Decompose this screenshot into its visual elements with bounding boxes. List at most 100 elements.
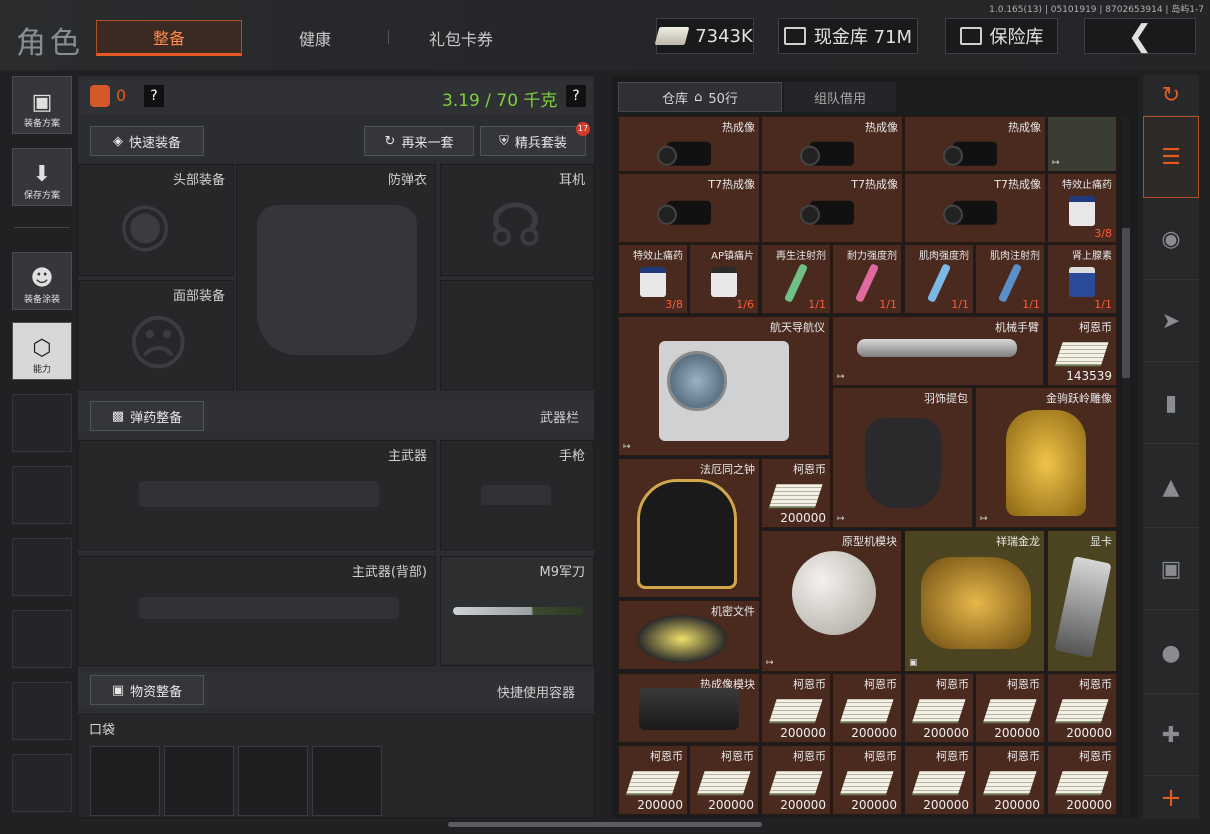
- ammo-equip-button[interactable]: ▩ 弹药整备: [90, 401, 204, 431]
- magazine-icon[interactable]: ▮: [1143, 364, 1199, 444]
- inventory-item[interactable]: 机械手臂 ↦: [832, 316, 1044, 386]
- head-slot[interactable]: 头部装备 ◉: [78, 164, 234, 276]
- inventory-item[interactable]: 机密文件: [618, 600, 760, 670]
- inventory-item[interactable]: 柯恩币 143539: [1047, 316, 1117, 386]
- safe-button[interactable]: 保险库: [945, 18, 1058, 54]
- headset-silhouette-icon: ☊: [489, 191, 543, 261]
- help-icon[interactable]: ?: [144, 85, 164, 107]
- inventory-item[interactable]: 柯恩币 200000: [761, 745, 831, 815]
- inventory-item[interactable]: T7热成像: [761, 173, 903, 243]
- rifle-icon[interactable]: ➤: [1143, 282, 1199, 362]
- bullet-icon[interactable]: ▲: [1143, 448, 1199, 528]
- primary-weapon-slot[interactable]: 主武器: [78, 440, 436, 550]
- item-name: 肾上腺素: [1072, 251, 1112, 262]
- ability-label: 能力: [32, 365, 51, 375]
- inventory-item[interactable]: 柯恩币 200000: [618, 745, 688, 815]
- currency-display: 7343K: [654, 18, 754, 54]
- body-armor-label: 防弹衣: [387, 173, 427, 188]
- inventory-item[interactable]: 柯恩币 200000: [761, 673, 831, 743]
- pocket-slot[interactable]: [164, 746, 234, 816]
- stack-refresh-icon[interactable]: ↻: [1143, 76, 1199, 116]
- ear-slot[interactable]: 耳机 ☊: [440, 164, 594, 276]
- pocket-slot[interactable]: [312, 746, 382, 816]
- inventory-item[interactable]: 柯恩币 200000: [761, 458, 831, 528]
- back-button[interactable]: ❮: [1084, 18, 1196, 54]
- elite-set-label: 精兵套装: [514, 135, 567, 151]
- backpack-icon: ▣: [111, 682, 125, 698]
- cash-vault-button[interactable]: 现金库 71M: [778, 18, 918, 54]
- body-armor-slot[interactable]: 防弹衣: [236, 164, 436, 390]
- grenade-icon[interactable]: ●: [1143, 614, 1199, 694]
- save-plan-button[interactable]: ⬇ 保存方案: [12, 148, 72, 206]
- supply-equip-label: 物资整备: [130, 684, 183, 700]
- inventory-item[interactable]: 热成像: [761, 116, 903, 172]
- inventory-item[interactable]: 特效止痛药 3/8: [618, 244, 688, 314]
- pocket-slot[interactable]: [90, 746, 160, 816]
- inventory-item[interactable]: 耐力强度剂 1/1: [832, 244, 902, 314]
- cash-vault-label: 现金库 71M: [813, 27, 913, 48]
- exit-icon: ↦: [980, 514, 988, 524]
- tab-team-borrow[interactable]: 组队借用: [784, 82, 896, 112]
- supply-equip-button[interactable]: ▣ 物资整备: [90, 675, 204, 705]
- ability-button[interactable]: ⬡ 能力: [12, 322, 72, 380]
- inventory-item[interactable]: ↦: [1047, 116, 1117, 172]
- inventory-item[interactable]: 柯恩币 200000: [832, 745, 902, 815]
- skin-button[interactable]: ☻ 装备涂装: [12, 252, 72, 310]
- inventory-item[interactable]: 柯恩币 200000: [975, 673, 1045, 743]
- plus-icon[interactable]: +: [1143, 778, 1199, 818]
- inventory-item[interactable]: 柯恩币 200000: [1047, 745, 1117, 815]
- inventory-item[interactable]: 柯恩币 200000: [904, 673, 974, 743]
- inventory-item[interactable]: 肾上腺素 1/1: [1047, 244, 1117, 314]
- inventory-item[interactable]: T7热成像: [904, 173, 1046, 243]
- tab-divider: [388, 30, 389, 44]
- inventory-item[interactable]: 原型机模块 ↦: [761, 530, 902, 672]
- inventory-item[interactable]: 柯恩币 200000: [832, 673, 902, 743]
- safe-label: 保险库: [989, 27, 1044, 48]
- inventory-item[interactable]: 柯恩币 200000: [904, 745, 974, 815]
- elite-set-button[interactable]: ⛨ 精兵套装: [480, 126, 586, 156]
- inventory-item[interactable]: 再生注射剂 1/1: [761, 244, 831, 314]
- inventory-item[interactable]: 羽饰提包 ↦: [832, 387, 973, 528]
- warehouse-scrollbar-thumb[interactable]: [1122, 228, 1130, 378]
- inventory-item[interactable]: 法厄同之钟: [618, 458, 760, 598]
- inventory-item[interactable]: 肌肉强度剂 1/1: [904, 244, 974, 314]
- inventory-item[interactable]: AP镇痛片 1/6: [689, 244, 759, 314]
- tab-equip[interactable]: 整备: [96, 20, 242, 56]
- shirt-icon: ◈: [112, 133, 123, 149]
- tab-gifts[interactable]: 礼包卡券: [396, 20, 526, 56]
- inventory-item[interactable]: 显卡: [1047, 530, 1117, 672]
- back-weapon-slot[interactable]: 主武器(背部): [78, 556, 436, 666]
- tab-health[interactable]: 健康: [250, 20, 380, 56]
- helmet-icon[interactable]: ◉: [1143, 200, 1199, 280]
- face-slot[interactable]: 面部装备 ☹: [78, 280, 234, 390]
- loadout-plan-button[interactable]: ▣ 装备方案: [12, 76, 72, 134]
- warehouse-scrollbar-track[interactable]: [1122, 116, 1130, 816]
- item-name: 航天导航仪: [770, 321, 825, 334]
- again-button[interactable]: ↻ 再来一套: [364, 126, 474, 156]
- inventory-item[interactable]: 航天导航仪 ↦: [618, 316, 830, 456]
- inventory-item[interactable]: T7热成像: [618, 173, 760, 243]
- item-name: 柯恩币: [793, 750, 826, 763]
- pocket-slot[interactable]: [238, 746, 308, 816]
- inventory-item[interactable]: 热成像: [618, 116, 760, 172]
- inventory-item[interactable]: 柯恩币 200000: [689, 745, 759, 815]
- pistol-slot[interactable]: 手枪: [440, 440, 594, 550]
- inventory-item[interactable]: 肌肉注射剂 1/1: [975, 244, 1045, 314]
- stack-icon[interactable]: ☰: [1143, 116, 1199, 198]
- inventory-item[interactable]: 柯恩币 200000: [1047, 673, 1117, 743]
- tab-storage[interactable]: 仓库 ⌂ 50行: [618, 82, 782, 112]
- thermal-scope-icon: [657, 200, 711, 225]
- medkit-icon[interactable]: ✚: [1143, 696, 1199, 776]
- weight-help-icon[interactable]: ?: [566, 85, 586, 107]
- inventory-item[interactable]: 热成像模块: [618, 673, 760, 743]
- inventory-item[interactable]: 金驹跃岭雕像 ↦: [975, 387, 1117, 528]
- quick-equip-button[interactable]: ◈ 快速装备: [90, 126, 204, 156]
- inventory-item[interactable]: 祥瑞金龙 ▣: [904, 530, 1045, 672]
- inventory-item[interactable]: 特效止痛药 3/8: [1047, 173, 1117, 243]
- item-name: 柯恩币: [936, 678, 969, 691]
- vest-icon[interactable]: ▣: [1143, 530, 1199, 610]
- nav-empty-slot: [12, 682, 72, 740]
- inventory-item[interactable]: 热成像: [904, 116, 1046, 172]
- inventory-item[interactable]: 柯恩币 200000: [975, 745, 1045, 815]
- knife-slot[interactable]: M9军刀: [440, 556, 594, 666]
